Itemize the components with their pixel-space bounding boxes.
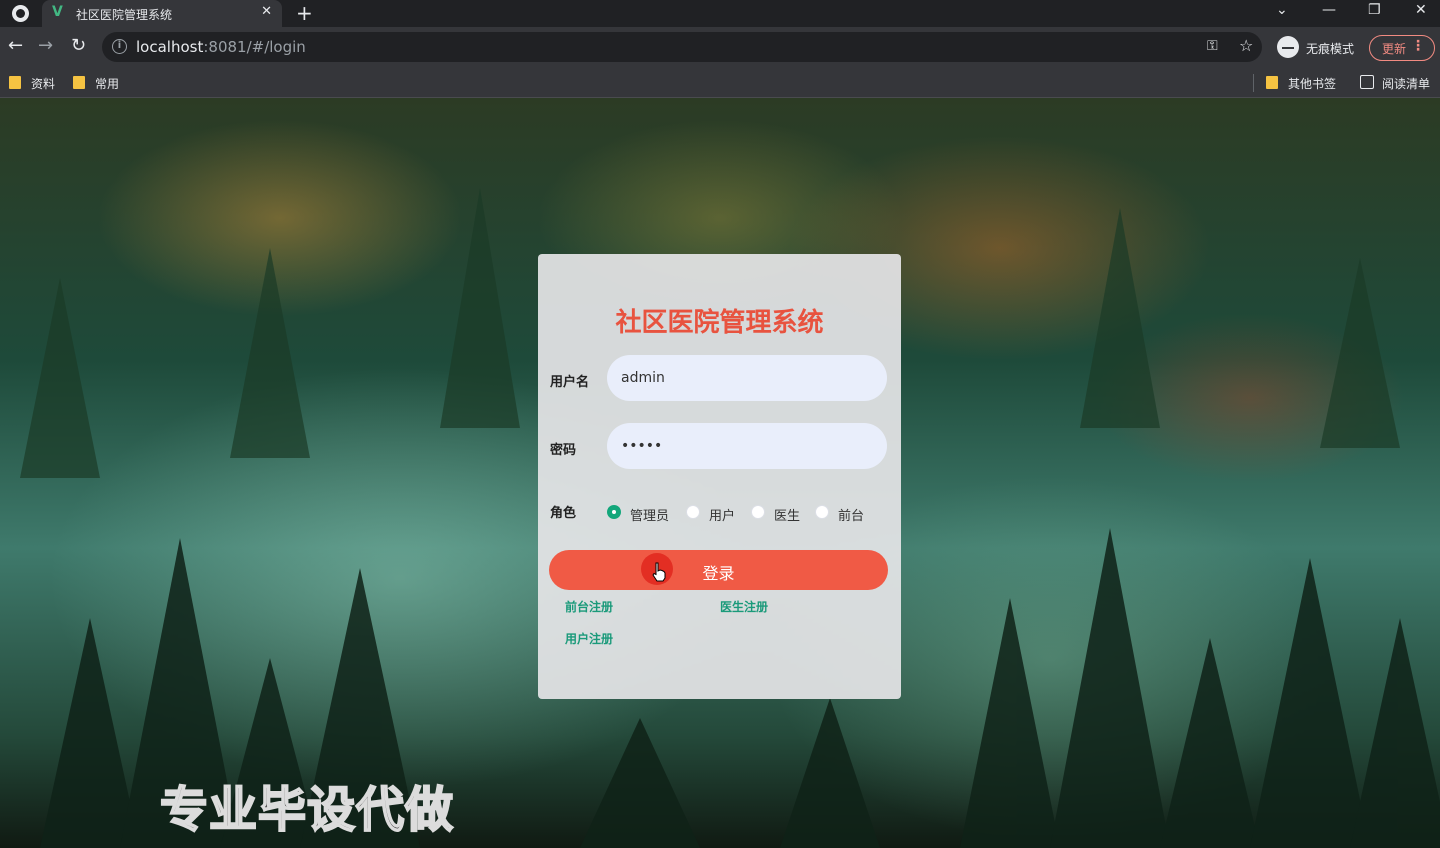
login-card: 社区医院管理系统 用户名 密码 角色 管理员 用户 医生 前台 登录 前台注册 … [538,254,901,699]
radio-admin-label[interactable]: 管理员 [630,505,669,524]
login-button-label: 登录 [702,564,735,583]
username-label: 用户名 [550,375,590,390]
tab-close-icon[interactable]: ✕ [261,4,272,19]
more-menu-icon: ⋮ [1411,38,1425,54]
username-input[interactable] [607,355,887,401]
front-register-link[interactable]: 前台注册 [565,598,613,615]
browser-toolbar: ← → ↻ i localhost:8081/#/login ⚿ ☆ 无痕模式 … [0,27,1440,67]
minimize-icon[interactable]: — [1322,2,1336,18]
address-bar[interactable]: i localhost:8081/#/login ⚿ ☆ [102,32,1262,62]
folder-icon [73,76,85,89]
bookmark-label: 资料 [31,77,56,91]
reading-list-icon [1360,75,1374,89]
bookmark-star-icon[interactable]: ☆ [1239,36,1253,55]
url-text: localhost:8081/#/login [136,38,306,56]
radio-user-label[interactable]: 用户 [709,505,735,524]
window-close-icon[interactable]: ✕ [1415,2,1427,18]
role-radio-group: 管理员 用户 医生 前台 [607,502,897,524]
bookmark-label: 常用 [95,77,120,91]
reload-icon[interactable]: ↻ [71,36,86,56]
update-label: 更新 [1382,42,1407,56]
tab-strip: V 社区医院管理系统 ✕ + ⌄ — ❐ ✕ [0,0,1440,27]
key-icon[interactable]: ⚿ [1207,38,1218,54]
reading-list-label: 阅读清单 [1382,77,1431,91]
password-input[interactable] [607,423,887,469]
tab-search-icon[interactable]: ⌄ [1276,2,1288,18]
hand-cursor-icon [652,562,666,582]
folder-icon [1266,76,1278,89]
user-register-link[interactable]: 用户注册 [565,630,613,647]
vue-favicon-icon: V [52,4,63,20]
new-tab-button[interactable]: + [296,1,313,25]
page-viewport: 专业毕设代做 社区医院管理系统 用户名 密码 角色 管理员 用户 医生 前台 登… [0,98,1440,848]
doctor-register-link[interactable]: 医生注册 [720,598,768,615]
tab-title: 社区医院管理系统 [76,8,173,22]
incognito-icon [1277,36,1299,58]
bookmark-folder-ziliao[interactable]: 资料 [9,74,69,92]
radio-user[interactable] [686,505,700,519]
other-bookmarks-label: 其他书签 [1288,77,1337,91]
update-button[interactable]: 更新 ⋮ [1369,35,1435,61]
bookmarks-bar: 资料 常用 其他书签 阅读清单 [0,67,1440,98]
browser-tab[interactable]: V 社区医院管理系统 ✕ [42,0,282,27]
forward-arrow-icon[interactable]: → [38,36,53,56]
radio-doctor[interactable] [751,505,765,519]
radio-doctor-label[interactable]: 医生 [774,505,800,524]
watermark-text: 专业毕设代做 [159,781,455,839]
page-title: 社区医院管理系统 [615,308,824,338]
bookmarks-divider [1253,74,1254,92]
radio-reception-label[interactable]: 前台 [838,505,864,524]
reading-list[interactable]: 阅读清单 [1360,74,1438,92]
radio-reception[interactable] [815,505,829,519]
password-label: 密码 [550,443,577,458]
site-info-icon[interactable]: i [112,39,127,54]
folder-icon [9,76,21,89]
browser-logo-icon [12,5,29,22]
login-button[interactable]: 登录 [549,550,888,590]
back-arrow-icon[interactable]: ← [8,36,23,56]
other-bookmarks[interactable]: 其他书签 [1266,74,1346,92]
role-label: 角色 [550,506,577,521]
restore-icon[interactable]: ❐ [1368,2,1381,18]
incognito-label: 无痕模式 [1306,42,1355,56]
bookmark-folder-changyong[interactable]: 常用 [73,74,133,92]
radio-admin[interactable] [607,505,621,519]
